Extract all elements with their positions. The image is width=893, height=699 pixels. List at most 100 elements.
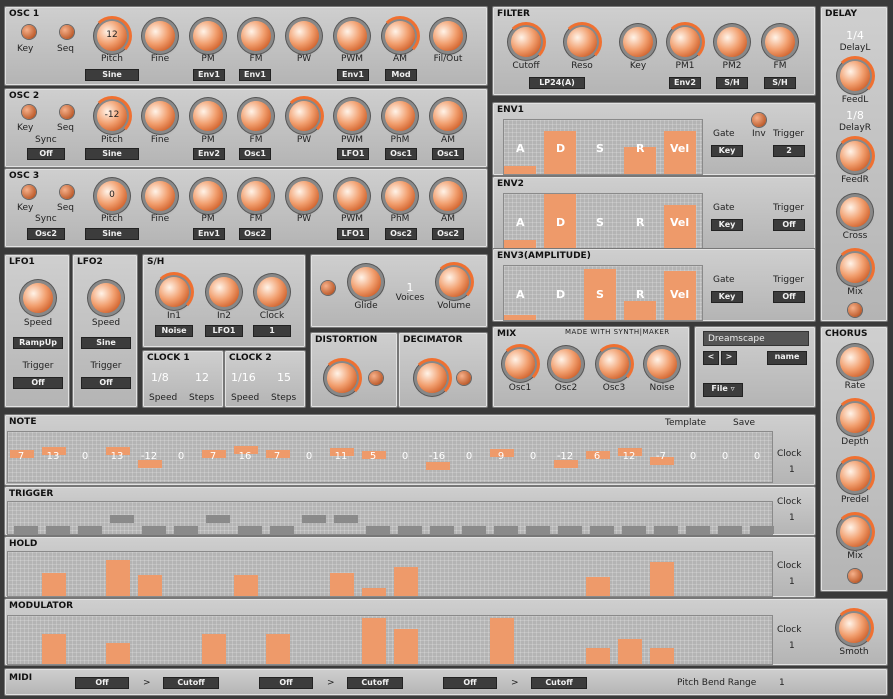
note-template-button[interactable]: Template — [665, 418, 706, 428]
delay-mix-knob[interactable] — [835, 248, 875, 288]
osc3-sync-select[interactable]: Osc2 — [27, 228, 65, 240]
modulator-step-bar[interactable] — [650, 648, 674, 664]
note-step-value[interactable]: 0 — [166, 451, 196, 462]
midi-cc2-select[interactable]: Off — [259, 677, 313, 689]
modulator-step-bar[interactable] — [362, 618, 386, 664]
osc2-seq-button[interactable] — [60, 105, 74, 119]
decimator-knob[interactable] — [412, 358, 452, 398]
osc1-fine-knob[interactable] — [145, 21, 175, 51]
env1-stage-bar[interactable] — [504, 166, 536, 174]
hold-step-bar[interactable] — [586, 577, 610, 596]
trigger-step[interactable] — [462, 526, 486, 534]
trigger-step[interactable] — [14, 526, 38, 534]
volume-knob[interactable] — [434, 262, 474, 302]
trigger-step[interactable] — [206, 515, 230, 523]
env3-trigger-select[interactable]: Off — [773, 291, 805, 303]
osc1-pm-knob[interactable] — [193, 21, 223, 51]
trigger-step[interactable] — [366, 526, 390, 534]
osc2-pitch-knob[interactable]: -12 — [92, 96, 132, 136]
chorus-depth-knob[interactable] — [835, 398, 875, 438]
lfo2-trigger-select[interactable]: Off — [81, 377, 131, 389]
filter-pm2-knob[interactable] — [717, 27, 747, 57]
clock1-steps-value[interactable]: 12 — [195, 371, 209, 384]
note-step-value[interactable]: 12 — [614, 451, 644, 462]
decimator-on-button[interactable] — [457, 371, 471, 385]
trigger-step[interactable] — [398, 526, 422, 534]
osc2-key-button[interactable] — [22, 105, 36, 119]
osc3-pm-source[interactable]: Env1 — [193, 228, 225, 240]
delay-on-button[interactable] — [848, 303, 862, 317]
note-step-value[interactable]: 6 — [582, 451, 612, 462]
lfo1-trigger-select[interactable]: Off — [13, 377, 63, 389]
note-step-value[interactable]: 0 — [294, 451, 324, 462]
env1-inv-button[interactable] — [752, 113, 766, 127]
delay-cross-knob[interactable] — [840, 197, 870, 227]
note-step-value[interactable]: 0 — [518, 451, 548, 462]
midi-target1-select[interactable]: Cutoff — [163, 677, 219, 689]
modulator-step-bar[interactable] — [394, 629, 418, 664]
trigger-step[interactable] — [270, 526, 294, 534]
modulator-step-bar[interactable] — [586, 648, 610, 664]
preset-name-display[interactable]: Dreamscape — [703, 331, 809, 346]
osc2-fm-knob[interactable] — [241, 101, 271, 131]
osc1-fm-knob[interactable] — [241, 21, 271, 51]
osc2-phm-knob[interactable] — [385, 101, 415, 131]
osc3-fm-source[interactable]: Osc2 — [239, 228, 271, 240]
osc2-wave-select[interactable]: Sine — [85, 148, 139, 160]
osc1-am-source[interactable]: Mod — [385, 69, 417, 81]
preset-name-button[interactable]: name — [767, 351, 807, 365]
sh-clock-select[interactable]: 1 — [253, 325, 291, 337]
osc2-pm-source[interactable]: Env2 — [193, 148, 225, 160]
osc3-wave-select[interactable]: Sine — [85, 228, 139, 240]
filter-key-knob[interactable] — [623, 27, 653, 57]
preset-file-menu[interactable]: File ▿ — [703, 383, 743, 397]
modulator-step-bar[interactable] — [106, 643, 130, 664]
preset-next-button[interactable]: > — [721, 351, 737, 365]
mix-osc3-knob[interactable] — [594, 344, 634, 384]
osc3-pw-knob[interactable] — [289, 181, 319, 211]
osc1-seq-button[interactable] — [60, 25, 74, 39]
modulator-step-bar[interactable] — [202, 634, 226, 664]
trigger-step[interactable] — [654, 526, 678, 534]
note-step-bar[interactable] — [426, 462, 450, 470]
note-step-value[interactable]: -12 — [550, 451, 580, 462]
sh-in2-select[interactable]: LFO1 — [205, 325, 243, 337]
osc1-filout-knob[interactable] — [433, 21, 463, 51]
env1-graph[interactable]: A D S R Vel — [503, 119, 703, 175]
lfo2-speed-knob[interactable] — [91, 283, 121, 313]
note-step-value[interactable]: 13 — [38, 451, 68, 462]
osc1-pw-knob[interactable] — [289, 21, 319, 51]
midi-cc1-select[interactable]: Off — [75, 677, 129, 689]
osc2-fine-knob[interactable] — [145, 101, 175, 131]
hold-step-bar[interactable] — [42, 573, 66, 596]
modulator-step-bar[interactable] — [266, 634, 290, 664]
trigger-step[interactable] — [718, 526, 742, 534]
note-step-value[interactable]: 0 — [710, 451, 740, 462]
trigger-step[interactable] — [558, 526, 582, 534]
filter-fm-source[interactable]: S/H — [764, 77, 796, 89]
note-step-value[interactable]: -16 — [422, 451, 452, 462]
trigger-step[interactable] — [686, 526, 710, 534]
modulator-smoth-knob[interactable] — [834, 608, 874, 648]
osc3-pwm-knob[interactable] — [337, 181, 367, 211]
midi-cc3-select[interactable]: Off — [443, 677, 497, 689]
preset-prev-button[interactable]: < — [703, 351, 719, 365]
modulator-step-bar[interactable] — [490, 618, 514, 664]
env2-stage-bar[interactable] — [504, 240, 536, 248]
filter-pm1-knob[interactable] — [665, 22, 705, 62]
osc1-wave-select[interactable]: Sine — [85, 69, 139, 81]
delay-feedr-knob[interactable] — [835, 136, 875, 176]
note-step-value[interactable]: 0 — [742, 451, 772, 462]
env2-trigger-select[interactable]: Off — [773, 219, 805, 231]
trigger-step[interactable] — [590, 526, 614, 534]
hold-clock-value[interactable]: 1 — [789, 577, 795, 587]
modulator-clock-value[interactable]: 1 — [789, 641, 795, 651]
chorus-mix-knob[interactable] — [835, 512, 875, 552]
sh-in2-knob[interactable] — [209, 277, 239, 307]
osc1-fm-source[interactable]: Env1 — [239, 69, 271, 81]
lfo1-wave-select[interactable]: RampUp — [13, 337, 63, 349]
note-save-button[interactable]: Save — [733, 418, 755, 428]
clock2-steps-value[interactable]: 15 — [277, 371, 291, 384]
env3-gate-select[interactable]: Key — [711, 291, 743, 303]
hold-step-bar[interactable] — [650, 562, 674, 596]
